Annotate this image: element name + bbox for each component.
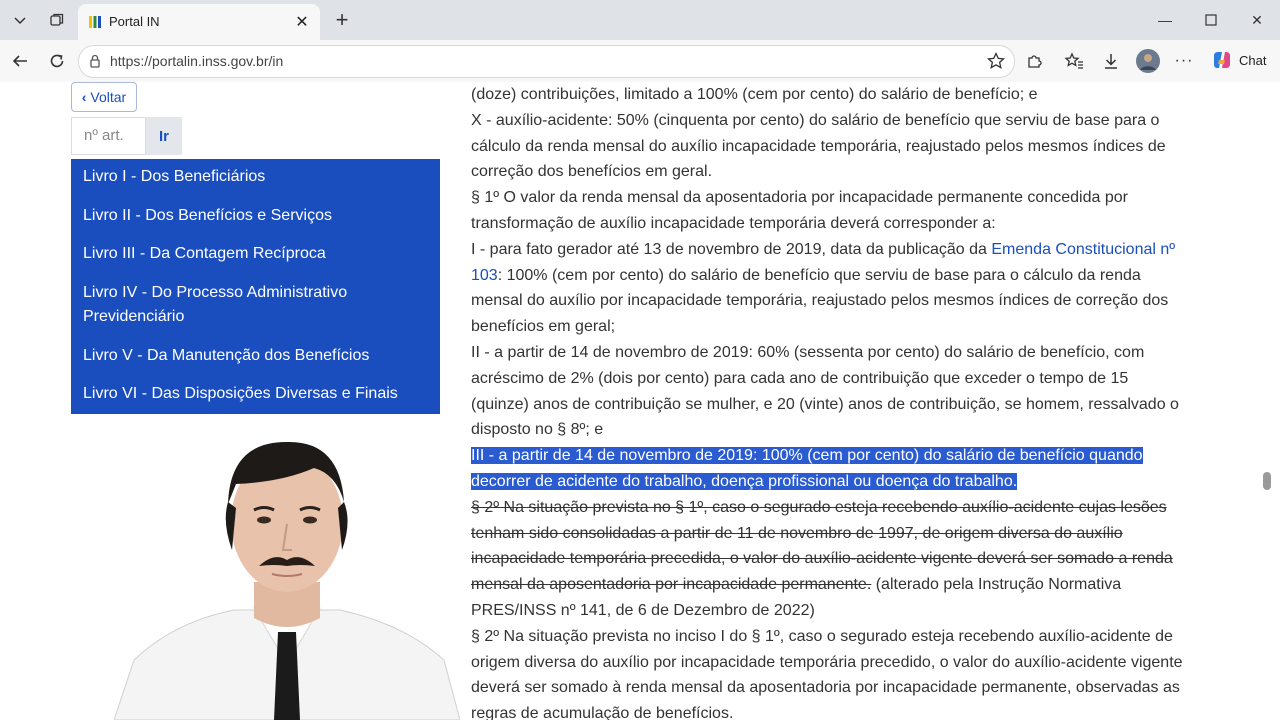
more-icon: ···	[1174, 52, 1194, 69]
tab-actions-icon	[50, 13, 64, 26]
tab-strip: Portal IN ✕ + — ✕	[0, 0, 1280, 40]
download-icon	[1105, 54, 1117, 69]
url-text: https://portalin.inss.gov.br/in	[110, 53, 284, 69]
avatar	[1136, 49, 1160, 73]
reload-button[interactable]	[44, 48, 70, 74]
menu-item-livro-v[interactable]: Livro V - Da Manutenção dos Benefícios	[83, 344, 433, 368]
paragraph: § 2º Na situação prevista no inciso I do…	[471, 627, 1183, 720]
menu-item-livro-iv[interactable]: Livro IV - Do Processo Administrativo Pr…	[83, 281, 433, 329]
profile-button[interactable]	[1135, 48, 1161, 74]
more-menu-button[interactable]: ···	[1171, 48, 1197, 74]
paragraph: § 2º Na situação prevista no § 1º, caso …	[471, 495, 1183, 624]
paragraph: § 1º O valor da renda mensal da aposenta…	[471, 189, 1128, 232]
favorite-star-icon[interactable]	[986, 51, 1006, 71]
favorites-button[interactable]	[1061, 48, 1087, 74]
books-menu: Livro I - Dos Beneficiários Livro II - D…	[71, 159, 440, 414]
page-viewport: ‹ Voltar nº art. Ir Livro I - Dos Benefi…	[0, 82, 1280, 720]
paragraph: I - para fato gerador até 13 de novembro…	[471, 237, 1183, 340]
tab-list-button[interactable]	[6, 6, 34, 34]
close-tab-icon[interactable]: ✕	[292, 12, 312, 32]
tab-title: Portal IN	[109, 14, 160, 29]
paragraph: II - a partir de 14 de novembro de 2019:…	[471, 343, 1179, 439]
arrow-left-icon	[12, 55, 27, 67]
active-tab[interactable]: Portal IN ✕	[78, 4, 320, 40]
back-button[interactable]: ‹ Voltar	[71, 82, 137, 112]
highlighted-text: III - a partir de 14 de novembro de 2019…	[471, 447, 1143, 490]
downloads-button[interactable]	[1098, 48, 1124, 74]
chevron-down-icon	[14, 17, 26, 25]
chat-label: Chat	[1239, 52, 1267, 68]
chevron-left-icon: ‹	[81, 89, 87, 105]
text-span: : 100% (cem por cento) do salário de ben…	[471, 266, 1169, 336]
selected-paragraph: III - a partir de 14 de novembro de 2019…	[471, 443, 1183, 495]
extensions-button[interactable]	[1021, 48, 1047, 74]
new-tab-button[interactable]: +	[328, 6, 356, 34]
article-number-input[interactable]: nº art.	[71, 117, 146, 155]
address-bar[interactable]: https://portalin.inss.gov.br/in	[78, 45, 1015, 78]
webcam-overlay-person	[114, 432, 460, 720]
menu-item-livro-ii[interactable]: Livro II - Dos Benefícios e Serviços	[83, 204, 433, 228]
menu-item-livro-iii[interactable]: Livro III - Da Contagem Recíproca	[83, 242, 433, 266]
back-label: Voltar	[90, 89, 127, 105]
go-button[interactable]: Ir	[146, 117, 182, 155]
favorites-icon	[1064, 52, 1083, 69]
copilot-icon	[1214, 52, 1230, 68]
lock-icon	[90, 54, 100, 68]
copilot-chat-button[interactable]: Chat	[1203, 45, 1273, 75]
article-content: (doze) contribuições, limitado a 100% (c…	[471, 82, 1183, 720]
paragraph: (doze) contribuições, limitado a 100% (c…	[471, 86, 1038, 103]
maximize-button[interactable]	[1188, 0, 1234, 40]
paragraph: X - auxílio-acidente: 50% (cinquenta por…	[471, 111, 1166, 181]
menu-item-livro-i[interactable]: Livro I - Dos Beneficiários	[83, 165, 433, 189]
maximize-icon	[1205, 14, 1217, 26]
minimize-button[interactable]: —	[1142, 0, 1188, 40]
menu-item-livro-vi[interactable]: Livro VI - Das Disposições Diversas e Fi…	[83, 382, 433, 406]
text-span: I - para fato gerador até 13 de novembro…	[471, 240, 992, 258]
puzzle-icon	[1028, 55, 1042, 68]
scrollbar[interactable]	[1258, 82, 1276, 720]
reload-icon	[50, 54, 64, 68]
portal-favicon-icon	[89, 16, 101, 28]
workspaces-button[interactable]	[43, 6, 71, 34]
back-nav-button[interactable]	[7, 48, 33, 74]
scrollbar-thumb[interactable]	[1263, 472, 1271, 490]
close-window-button[interactable]: ✕	[1234, 0, 1280, 40]
browser-toolbar: https://portalin.inss.gov.br/in ··· Chat	[0, 40, 1280, 83]
